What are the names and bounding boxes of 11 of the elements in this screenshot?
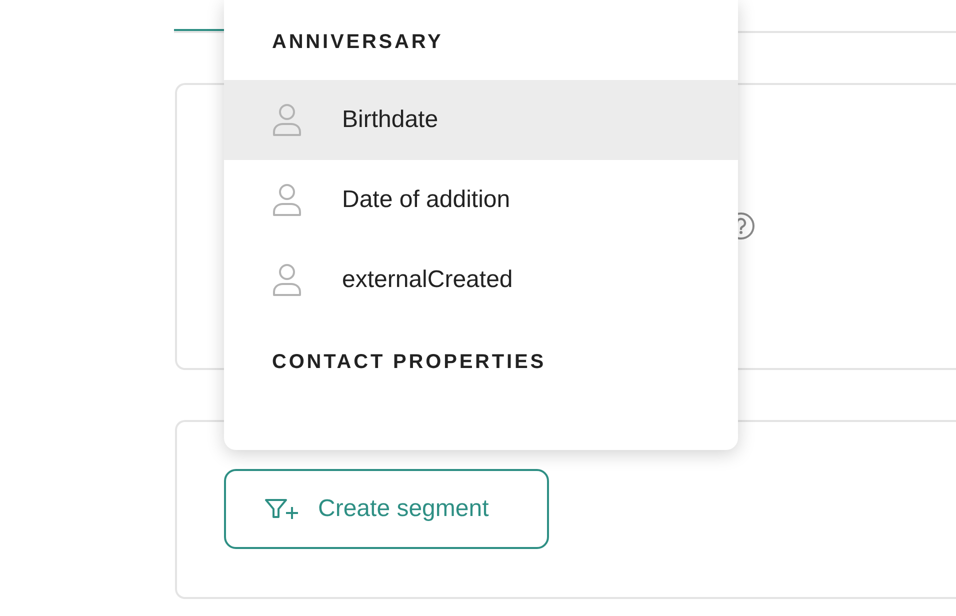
- group-header: ANNIVERSARY: [271, 30, 444, 55]
- group-header: CONTACT PROPERTIES: [271, 350, 547, 375]
- menu-item[interactable]: Birthdate: [224, 80, 738, 160]
- help-icon[interactable]: [738, 212, 755, 240]
- filter-add-icon: [264, 497, 300, 521]
- person-icon: [272, 183, 302, 217]
- menu-item[interactable]: externalCreated: [224, 240, 738, 320]
- create-segment-button[interactable]: Create segment: [224, 469, 549, 549]
- person-icon: [272, 263, 302, 297]
- person-icon: [272, 103, 302, 137]
- menu-item[interactable]: Date of addition: [224, 160, 738, 240]
